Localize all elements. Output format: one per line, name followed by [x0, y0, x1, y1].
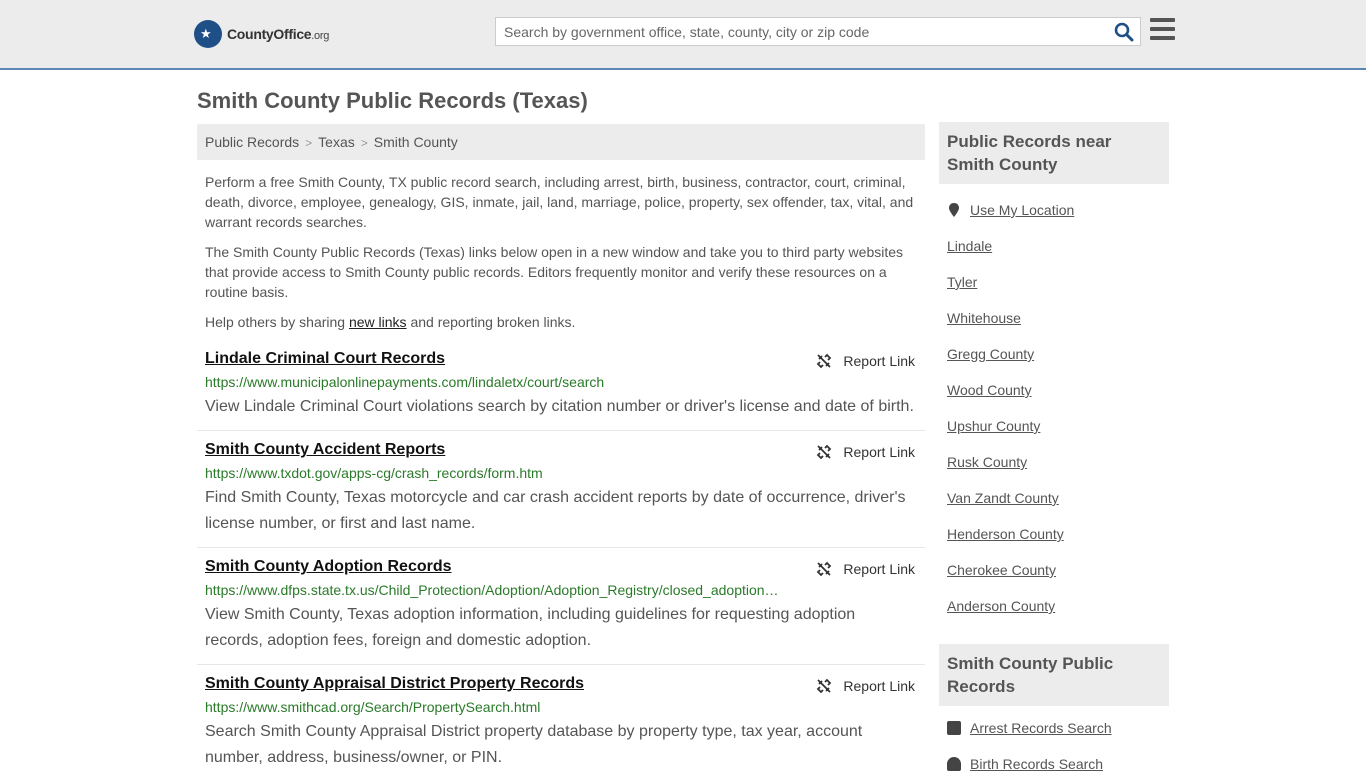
broken-link-icon: [817, 678, 832, 694]
location-pin-icon: [949, 203, 959, 217]
record-title-link[interactable]: Smith County Appraisal District Property…: [205, 675, 584, 693]
record-url: https://www.txdot.gov/apps-cg/crash_reco…: [205, 465, 543, 481]
birth-records-search-link[interactable]: Birth Records Search: [970, 756, 1103, 772]
nearby-item: Whitehouse: [947, 300, 1161, 336]
nearby-link-anderson-county[interactable]: Anderson County: [947, 598, 1055, 614]
logo-text: CountyOffice.org: [227, 26, 329, 42]
record-title-link[interactable]: Smith County Adoption Records: [205, 558, 452, 576]
handcuffs-icon: [947, 721, 961, 735]
record-description: Find Smith County, Texas motorcycle and …: [205, 489, 906, 532]
nearby-item: Gregg County: [947, 336, 1161, 372]
new-links-link[interactable]: new links: [349, 314, 407, 330]
report-link-label: Report Link: [843, 561, 915, 577]
page-title: Smith County Public Records (Texas): [197, 88, 588, 113]
record-item: Smith County Adoption Records Report Lin…: [197, 548, 925, 665]
logo-tld: .org: [311, 30, 330, 42]
use-my-location-link[interactable]: Use My Location: [970, 202, 1074, 218]
search-icon: [1114, 22, 1134, 42]
main-content: Public Records > Texas > Smith County Perfor…: [197, 124, 925, 781]
intro-text: Perform a free Smith County, TX public r…: [197, 172, 925, 332]
report-link-label: Report Link: [843, 678, 915, 694]
nearby-list: Use My Location Lindale Tyler Whitehouse…: [939, 192, 1169, 624]
search-button[interactable]: [1114, 22, 1134, 42]
report-link-button[interactable]: Report Link: [816, 444, 915, 460]
nearby-item: Lindale: [947, 228, 1161, 264]
nearby-item: Rusk County: [947, 444, 1161, 480]
sidebar-nearby: Public Records near Smith County Use My …: [939, 122, 1169, 624]
record-description: View Smith County, Texas adoption inform…: [205, 606, 856, 649]
nearby-link-wood-county[interactable]: Wood County: [947, 382, 1032, 398]
record-url: https://www.dfps.state.tx.us/Child_Prote…: [205, 582, 779, 598]
record-item: Smith County Accident Reports Report Lin…: [197, 431, 925, 548]
nearby-item: Upshur County: [947, 408, 1161, 444]
record-title-link[interactable]: Lindale Criminal Court Records: [205, 350, 445, 368]
nearby-link-rusk-county[interactable]: Rusk County: [947, 454, 1027, 470]
search-box: [495, 17, 1141, 46]
records-heading: Smith County Public Records: [939, 644, 1169, 706]
nearby-item: Anderson County: [947, 588, 1161, 624]
eagle-seal-icon: ★: [194, 20, 222, 48]
breadcrumb-smith-county: Smith County: [373, 134, 458, 150]
nearby-link-lindale[interactable]: Lindale: [947, 238, 992, 254]
breadcrumb-public-records[interactable]: Public Records: [205, 134, 299, 150]
arrest-records-search-link[interactable]: Arrest Records Search: [970, 720, 1112, 736]
nearby-item: Tyler: [947, 264, 1161, 300]
top-bar: ★ CountyOffice.org: [0, 0, 1366, 70]
records-item: Birth Records Search: [947, 746, 1161, 782]
nearby-item: Van Zandt County: [947, 480, 1161, 516]
breadcrumb: Public Records > Texas > Smith County: [197, 124, 925, 160]
records-item: Arrest Records Search: [947, 710, 1161, 746]
nearby-link-upshur-county[interactable]: Upshur County: [947, 418, 1040, 434]
breadcrumb-separator: >: [360, 136, 368, 150]
record-title-link[interactable]: Smith County Accident Reports: [205, 441, 445, 459]
nearby-link-van-zandt-county[interactable]: Van Zandt County: [947, 490, 1059, 506]
site-logo[interactable]: ★ CountyOffice.org: [194, 20, 329, 48]
record-description: View Lindale Criminal Court violations s…: [205, 398, 914, 415]
broken-link-icon: [817, 353, 832, 369]
search-input[interactable]: [496, 18, 1096, 45]
report-link-label: Report Link: [843, 353, 915, 369]
use-location-item: Use My Location: [947, 192, 1161, 228]
baby-icon: [947, 757, 961, 771]
share-note: Help others by sharing new links and rep…: [205, 314, 576, 330]
record-url: https://www.smithcad.org/Search/Property…: [205, 699, 541, 715]
breadcrumb-texas[interactable]: Texas: [318, 134, 355, 150]
broken-link-icon: [817, 444, 832, 460]
record-item: Lindale Criminal Court Records Report Li…: [197, 340, 925, 431]
sidebar-records: Smith County Public Records Arrest Recor…: [939, 644, 1169, 782]
report-link-button[interactable]: Report Link: [816, 678, 915, 694]
hamburger-menu-icon[interactable]: [1150, 18, 1175, 41]
report-link-label: Report Link: [843, 444, 915, 460]
breadcrumb-separator: >: [305, 136, 313, 150]
nearby-link-tyler[interactable]: Tyler: [947, 274, 977, 290]
logo-name: CountyOffice: [227, 26, 312, 42]
intro-paragraph: The Smith County Public Records (Texas) …: [205, 244, 904, 300]
report-link-button[interactable]: Report Link: [816, 561, 915, 577]
nearby-link-gregg-county[interactable]: Gregg County: [947, 346, 1034, 362]
nearby-link-henderson-county[interactable]: Henderson County: [947, 526, 1064, 542]
intro-paragraph: Perform a free Smith County, TX public r…: [205, 174, 914, 230]
report-link-button[interactable]: Report Link: [816, 353, 915, 369]
nearby-item: Henderson County: [947, 516, 1161, 552]
record-item: Smith County Appraisal District Property…: [197, 665, 925, 781]
nearby-link-cherokee-county[interactable]: Cherokee County: [947, 562, 1056, 578]
record-description: Search Smith County Appraisal District p…: [205, 723, 863, 766]
record-url: https://www.municipalonlinepayments.com/…: [205, 374, 605, 390]
nearby-link-whitehouse[interactable]: Whitehouse: [947, 310, 1021, 326]
nearby-heading: Public Records near Smith County: [939, 122, 1169, 184]
records-list: Arrest Records Search Birth Records Sear…: [939, 710, 1169, 782]
broken-link-icon: [817, 561, 832, 577]
nearby-item: Cherokee County: [947, 552, 1161, 588]
nearby-item: Wood County: [947, 372, 1161, 408]
